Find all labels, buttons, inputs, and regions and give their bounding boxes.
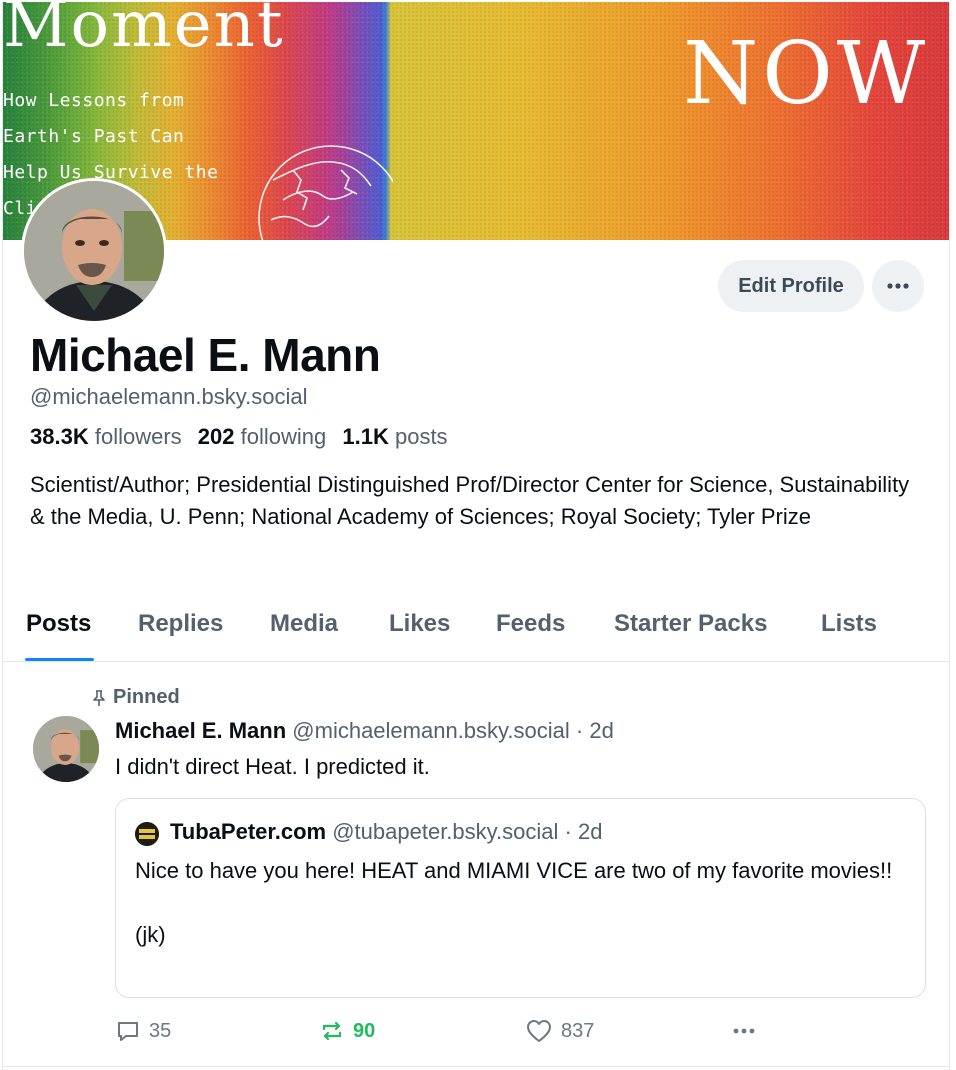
reply-count: 35 (149, 1019, 172, 1042)
tab-likes[interactable]: Likes (389, 610, 450, 638)
heart-icon (527, 1020, 551, 1042)
post-actions: 35 90 837 (3, 1012, 949, 1052)
banner-title: Moment (3, 2, 285, 62)
reply-button[interactable]: 35 (115, 1018, 171, 1044)
tab-media[interactable]: Media (270, 610, 338, 638)
like-button[interactable]: 837 (525, 1018, 594, 1044)
post-author-name[interactable]: Michael E. Mann (115, 718, 286, 743)
quoted-post[interactable]: TubaPeter.com @tubapeter.bsky.social · 2… (115, 798, 926, 998)
tab-posts[interactable]: Posts (26, 610, 91, 638)
tab-starter-packs[interactable]: Starter Packs (614, 610, 767, 638)
profile-page: Moment How Lessons from Earth's Past Can… (2, 2, 950, 1070)
reply-icon (118, 1022, 138, 1041)
edit-profile-button[interactable]: Edit Profile (718, 260, 864, 312)
post-separator: · (575, 718, 584, 743)
profile-handle: @michaelemann.bsky.social (30, 384, 308, 409)
followers-link[interactable]: 38.3K followers (30, 424, 182, 449)
quote-author-name: TubaPeter.com (170, 819, 327, 844)
profile-avatar[interactable] (21, 178, 167, 324)
post-text: I didn't direct Heat. I predicted it. (115, 754, 430, 779)
profile-bio: Scientist/Author; Presidential Distingui… (30, 472, 910, 529)
post-time[interactable]: 2d (589, 718, 613, 743)
ellipsis-icon (887, 283, 909, 289)
tubapeter-logo-icon (135, 822, 159, 846)
following-label: following (240, 424, 327, 449)
post-author-handle[interactable]: @michaelemann.bsky.social (292, 718, 569, 743)
quote-separator: · (564, 819, 572, 844)
tab-feeds[interactable]: Feeds (496, 610, 565, 638)
tab-lists[interactable]: Lists (821, 610, 877, 638)
banner-subtitle-line: How Lessons from (3, 90, 185, 111)
quote-header: TubaPeter.com @tubapeter.bsky.social · 2… (170, 819, 602, 845)
divider (3, 1066, 949, 1067)
repost-count: 90 (353, 1019, 376, 1042)
banner-now-text: NOW (683, 24, 930, 124)
active-tab-indicator (25, 658, 94, 661)
posts-label: posts (394, 424, 448, 449)
like-count: 837 (561, 1019, 595, 1042)
repost-icon (322, 1021, 342, 1041)
pinned-label: Pinned (91, 686, 180, 709)
profile-name: Michael E. Mann (30, 329, 381, 381)
post-more-button[interactable] (729, 1018, 759, 1044)
avatar-photo (33, 716, 99, 782)
profile-more-button[interactable] (872, 260, 924, 312)
following-link[interactable]: 202 following (198, 424, 326, 449)
globe-illustration (258, 145, 393, 240)
repost-button[interactable]: 90 (319, 1018, 375, 1044)
following-count: 202 (197, 424, 235, 449)
profile-tabs: Posts Replies Media Likes Feeds Starter … (3, 602, 949, 662)
followers-label: followers (94, 424, 182, 449)
quote-author-avatar (135, 822, 159, 846)
quote-text: Nice to have you here! HEAT and MIAMI VI… (135, 858, 893, 947)
quote-time: 2d (577, 819, 603, 844)
banner-subtitle-line: Earth's Past Can (3, 126, 185, 147)
followers-count: 38.3K (30, 424, 89, 449)
tab-replies[interactable]: Replies (138, 610, 223, 638)
posts-stat: 1.1K posts (342, 424, 447, 449)
quote-author-handle: @tubapeter.bsky.social (332, 819, 559, 844)
pin-icon (93, 689, 105, 706)
avatar-photo (24, 181, 164, 321)
ellipsis-icon (733, 1028, 755, 1034)
post-author-avatar[interactable] (33, 716, 99, 782)
post-header: Michael E. Mann @michaelemann.bsky.socia… (115, 718, 614, 744)
profile-stats: 38.3K followers 202 following 1.1K posts (30, 424, 448, 450)
pinned-text: Pinned (113, 686, 180, 708)
posts-count: 1.1K (342, 424, 389, 449)
